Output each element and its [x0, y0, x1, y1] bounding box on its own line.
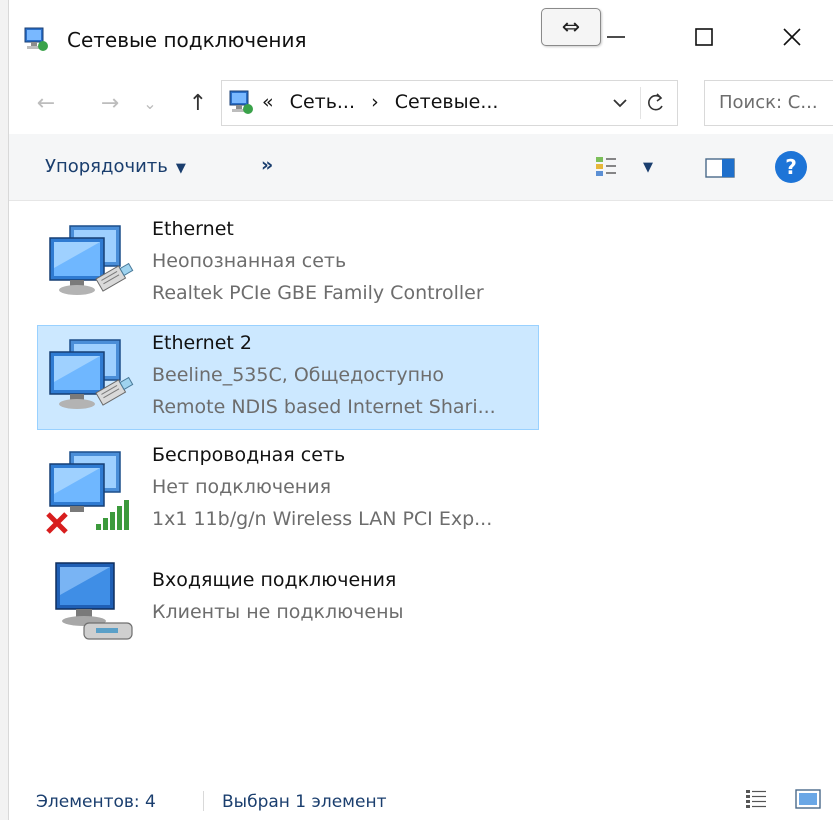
caret-down-icon: ▼	[175, 161, 186, 176]
red-x-icon	[46, 512, 68, 534]
change-view-icon[interactable]	[595, 156, 617, 178]
help-icon: ?	[785, 155, 797, 179]
status-separator	[203, 791, 204, 811]
navigation-bar: ← → ⌄ ↑ « Сеть... › Сетевые... Поиск: С.…	[9, 72, 833, 134]
connection-name: Ethernet 2	[152, 332, 252, 354]
arrow-left-icon: ←	[36, 90, 56, 116]
connection-name: Входящие подключения	[152, 569, 397, 591]
details-view-icon[interactable]	[745, 788, 767, 810]
item-count: Элементов: 4	[36, 792, 156, 812]
breadcrumb-overflow-button[interactable]: «	[262, 91, 274, 113]
refresh-button[interactable]	[640, 87, 671, 119]
connection-status: Неопознанная сеть	[152, 250, 347, 272]
search-input[interactable]: Поиск: С...	[719, 92, 818, 113]
more-commands-button[interactable]: »	[261, 154, 273, 176]
breadcrumb-separator-icon[interactable]: ›	[371, 91, 379, 113]
connection-device: Remote NDIS based Internet Shari...	[152, 396, 496, 418]
organize-label: Упорядочить	[45, 156, 168, 177]
network-connections-icon	[24, 27, 48, 51]
minimize-icon	[607, 36, 625, 38]
recent-locations-button[interactable]: ⌄	[137, 84, 163, 122]
ethernet-adapter-icon	[49, 339, 134, 409]
connection-name: Беспроводная сеть	[152, 444, 346, 466]
status-bar: Элементов: 4 Выбран 1 элемент	[9, 782, 833, 820]
command-bar: Упорядочить ▼ » ▼ ?	[9, 134, 833, 201]
network-connections-icon	[229, 90, 253, 114]
view-options-button[interactable]: ▼	[643, 160, 653, 175]
resize-arrows-icon: ⇔	[561, 14, 581, 40]
list-item[interactable]: Входящие подключения Клиенты не подключе…	[37, 562, 539, 649]
connection-name: Ethernet	[152, 218, 234, 240]
search-box[interactable]: Поиск: С...	[704, 80, 833, 126]
maximize-button[interactable]	[669, 12, 739, 62]
connection-status: Нет подключения	[152, 476, 331, 498]
selection-count: Выбран 1 элемент	[222, 792, 387, 812]
preview-pane-icon[interactable]	[705, 158, 735, 178]
connection-device: 1x1 11b/g/n Wireless LAN PCI Exp...	[152, 508, 493, 530]
address-history-button[interactable]	[608, 90, 632, 116]
back-button[interactable]: ←	[27, 84, 65, 122]
title-bar[interactable]: Сетевые подключения ⇔	[9, 0, 833, 72]
large-icons-view-icon[interactable]	[795, 788, 821, 810]
connection-status: Клиенты не подключены	[152, 601, 404, 623]
breadcrumb: « Сеть... › Сетевые...	[262, 91, 508, 113]
organize-button[interactable]: Упорядочить ▼	[45, 156, 186, 177]
incoming-connections-icon	[55, 562, 133, 640]
address-bar[interactable]: « Сеть... › Сетевые...	[221, 80, 678, 126]
help-button[interactable]: ?	[775, 151, 807, 183]
forward-button[interactable]: →	[91, 84, 129, 122]
window-title: Сетевые подключения	[67, 28, 307, 52]
breadcrumb-item-network-connections[interactable]: Сетевые...	[395, 91, 499, 113]
list-item[interactable]: Беспроводная сеть Нет подключения 1x1 11…	[37, 437, 539, 542]
list-item-selected[interactable]: Ethernet 2 Beeline_535C, Общедоступно Re…	[37, 325, 539, 430]
breadcrumb-item-network[interactable]: Сеть...	[290, 91, 355, 113]
list-item[interactable]: Ethernet Неопознанная сеть Realtek PCIe …	[37, 211, 539, 316]
chevron-down-icon	[613, 99, 627, 108]
explorer-window: Сетевые подключения ⇔ ← → ⌄ ↑ « Сеть... …	[9, 0, 833, 820]
close-icon	[783, 28, 801, 46]
refresh-icon	[648, 93, 663, 111]
connection-status: Beeline_535C, Общедоступно	[152, 364, 445, 386]
window-edge-left	[0, 0, 9, 820]
connections-list: Ethernet Неопознанная сеть Realtek PCIe …	[9, 200, 833, 770]
minimize-button[interactable]	[581, 12, 651, 62]
close-button[interactable]	[757, 12, 827, 62]
up-button[interactable]: ↑	[179, 84, 217, 122]
chevron-down-icon: ⌄	[143, 93, 157, 113]
connection-device: Realtek PCIe GBE Family Controller	[152, 282, 484, 304]
ethernet-adapter-icon	[49, 225, 134, 295]
maximize-icon	[695, 28, 713, 46]
wireless-adapter-disconnected-icon	[46, 451, 129, 534]
arrow-right-icon: →	[100, 90, 120, 116]
arrow-up-icon: ↑	[188, 90, 208, 116]
